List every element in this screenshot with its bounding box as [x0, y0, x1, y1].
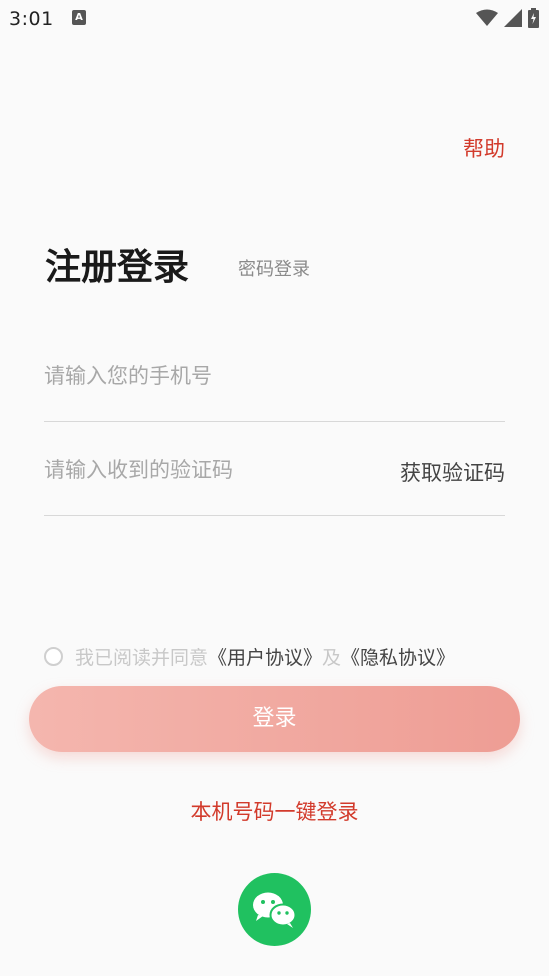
agree-connector: 及 [322, 646, 342, 669]
phone-input[interactable] [44, 348, 374, 404]
status-bar: 3:01 A [0, 0, 549, 38]
privacy-agreement-link[interactable]: 《隐私协议》 [341, 643, 455, 670]
agree-checkbox[interactable] [44, 646, 63, 666]
signal-icon [504, 9, 522, 27]
agreement-row: 我已阅读并同意 《用户协议》 及 《隐私协议》 [44, 643, 455, 669]
status-icons [476, 8, 539, 28]
verification-code-input[interactable] [44, 442, 374, 498]
password-login-tab[interactable]: 密码登录 [238, 255, 310, 281]
help-link[interactable]: 帮助 [463, 133, 505, 163]
login-button[interactable]: 登录 [29, 686, 520, 752]
status-time: 3:01 [9, 8, 54, 30]
one-click-login-link[interactable]: 本机号码一键登录 [0, 796, 549, 826]
code-field: 获取验证码 [44, 442, 505, 516]
wifi-icon [476, 9, 498, 26]
battery-icon [528, 8, 539, 28]
get-code-button[interactable]: 获取验证码 [400, 457, 505, 487]
phone-field [44, 348, 505, 422]
wechat-icon [253, 892, 297, 928]
user-agreement-link[interactable]: 《用户协议》 [208, 643, 322, 670]
agree-prefix: 我已阅读并同意 [75, 646, 209, 669]
wechat-login-button[interactable] [238, 873, 311, 946]
notification-a-icon: A [72, 10, 86, 25]
page-title: 注册登录 [45, 247, 190, 288]
